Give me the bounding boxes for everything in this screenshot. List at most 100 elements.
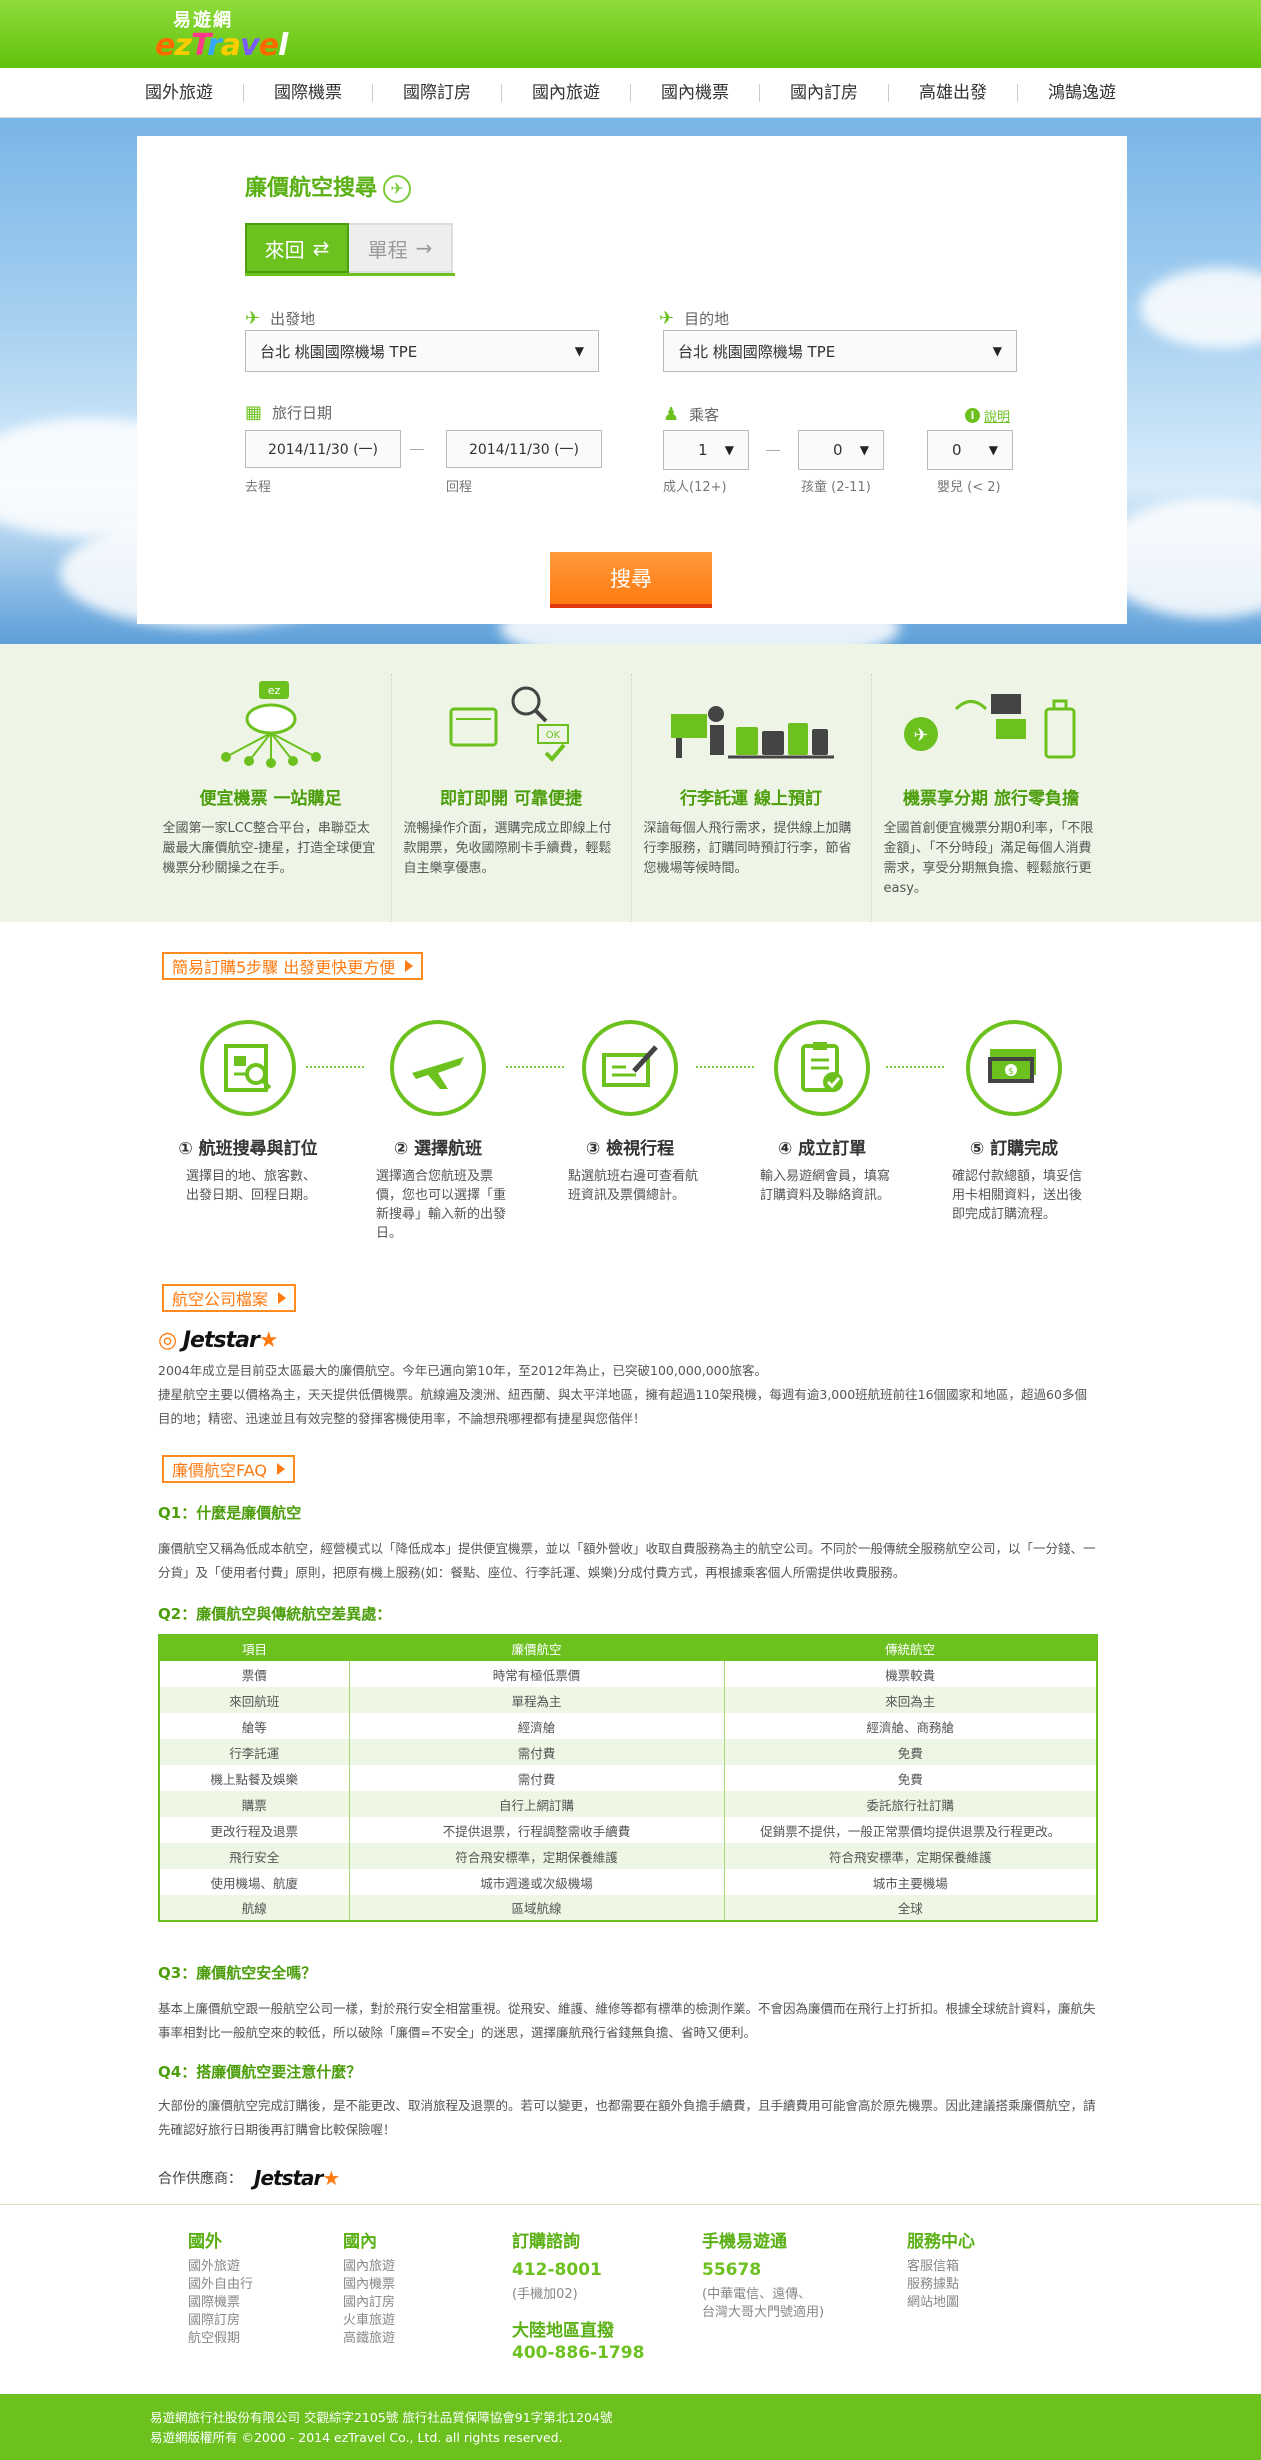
dropdown-arrow-icon: ▼ [988, 443, 998, 457]
dropdown-arrow-icon: ▼ [574, 344, 584, 358]
landing-icon: ✈ [659, 308, 675, 329]
adult-label: 成人(12+) [663, 480, 727, 495]
table-cell: 需付費 [348, 1739, 724, 1765]
airline-text-1: 2004年成立是目前亞太區最大的廉價航空。今年已邁向第10年，至2012年為止，… [158, 1363, 768, 1378]
footer-link[interactable]: 國內旅遊 [343, 2258, 395, 2276]
nav-item-hongu[interactable]: 鴻鵠逸遊 [1017, 83, 1146, 102]
footer-col-title: 大陸地區直撥 [512, 2321, 614, 2341]
table-cell: 時常有極低票價 [348, 1661, 724, 1687]
feature-title: 行李託運 線上預訂 [680, 789, 822, 809]
nav-item-kaohsiung[interactable]: 高雄出發 [888, 83, 1017, 102]
svg-text:$: $ [1008, 1067, 1014, 1077]
depart-date-input[interactable]: 2014/11/30 (一) [245, 430, 401, 468]
table-cell: 城市週邊或次級機場 [348, 1869, 724, 1895]
table-cell: 符合飛安標準，定期保養維護 [723, 1843, 1097, 1869]
feature-title: 便宜機票 一站購足 [199, 789, 342, 809]
table-cell: 行李託運 [159, 1739, 349, 1765]
footer-link[interactable]: 火車旅遊 [343, 2312, 395, 2330]
nav-item-dom-hotel[interactable]: 國內訂房 [759, 83, 888, 102]
tab-oneway[interactable]: 單程 → [349, 223, 453, 273]
footer-link[interactable]: 高鐵旅遊 [343, 2330, 395, 2348]
return-date-input[interactable]: 2014/11/30 (一) [446, 430, 602, 468]
pax-separator [766, 450, 780, 451]
airline-section-header[interactable]: 航空公司檔案 [162, 1284, 297, 1312]
triangle-right-icon [278, 1292, 287, 1304]
step-title: ① 航班搜尋與訂位 [178, 1139, 318, 1159]
step-text: 輸入易遊網會員，填寫訂購資料及聯絡資訊。 [760, 1169, 891, 1203]
step-3: ③ 檢視行程 點選航班右邊可查看航班資訊及票價總計。 [550, 1020, 710, 1205]
table-cell: 機票較貴 [723, 1661, 1097, 1687]
table-cell: 來回航班 [159, 1687, 349, 1713]
nav-item-intl-flight[interactable]: 國際機票 [243, 83, 372, 102]
footer-link[interactable]: 國內訂房 [343, 2294, 395, 2312]
footer-link[interactable]: 國外旅遊 [188, 2258, 253, 2276]
feature-title: 即訂即開 可靠便捷 [440, 789, 582, 809]
nav-item-dom-flight[interactable]: 國內機票 [630, 83, 759, 102]
step-1: ① 航班搜尋與訂位 選擇目的地、旅客數、出發日期、回程日期。 [168, 1020, 328, 1205]
footer-link[interactable]: 國際機票 [188, 2294, 253, 2312]
steps-section-header[interactable]: 簡易訂購5步驟 出發更快更方便 [162, 952, 424, 980]
table-cell: 區域航線 [348, 1895, 724, 1921]
feature-installment: ✈ 機票享分期 旅行零負擔 全國首創便宜機票分期0利率，「不限金額」、「不分時段… [870, 674, 1111, 922]
right-arrow-icon: → [415, 236, 433, 260]
partner-row: 合作供應商： Jetstar★ [158, 2166, 340, 2190]
table-cell: 更改行程及退票 [210, 1823, 298, 1839]
partner-jetstar-logo[interactable]: Jetstar★ [254, 2166, 340, 2190]
top-bar: 易遊網 ezTravel [0, 0, 1261, 68]
dropdown-arrow-icon: ▼ [724, 443, 734, 457]
eztravel-logo[interactable]: 易遊網 ezTravel [155, 6, 295, 63]
nav-item-dom-tour[interactable]: 國內旅遊 [501, 83, 630, 102]
feature-text: 流暢操作介面，選購完成立即線上付款開票，免收國際刷卡手續費，輕鬆自主樂享優惠。 [403, 821, 612, 876]
footer-link[interactable]: 國際訂房 [188, 2312, 253, 2330]
footer-link[interactable]: 國內機票 [343, 2276, 395, 2294]
plane-icon: ✈ [383, 175, 412, 203]
faq-question-1: Q1：什麼是廉價航空 [158, 1504, 302, 1522]
adult-select[interactable]: 1 ▼ [663, 430, 749, 470]
takeoff-icon: ✈ [245, 308, 261, 329]
step-title: ④ 成立訂單 [777, 1139, 867, 1159]
footer-link[interactable]: 服務據點 [907, 2276, 975, 2294]
table-header: 項目 [159, 1635, 349, 1661]
search-button[interactable]: 搜尋 [550, 552, 712, 608]
table-header-row: 項目 廉價航空 傳統航空 [159, 1635, 1097, 1661]
table-cell: 經濟艙 [348, 1713, 724, 1739]
airplane-icon [390, 1020, 486, 1116]
table-row: 更改行程及退票 不提供退票，行程調整需收手續費 促銷票不提供，一般正常票價均提供退票… [159, 1817, 1097, 1843]
nav-item-intl-tour[interactable]: 國外旅遊 [115, 84, 243, 102]
hotline-number: 412-8001 [512, 2260, 602, 2280]
footer-link[interactable]: 航空假期 [188, 2330, 253, 2348]
depart-select[interactable]: 台北 桃園國際機場 TPE ▼ [245, 330, 599, 372]
footer-col-title: 手機易遊通 [702, 2232, 787, 2252]
info-icon: i [965, 408, 980, 423]
step-5: $ ⑤ 訂購完成 確認付款總額，填妥信用卡相關資料，送出後即完成訂購流程。 [934, 1020, 1094, 1224]
faq-section: Q1：什麼是廉價航空 廉價航空又稱為低成本航空，經營模式以「降低成本」提供便宜機… [158, 1502, 1098, 2142]
svg-text:✈: ✈ [913, 725, 928, 746]
footer-col-title: 國外 [188, 2232, 222, 2252]
feature-text: 深諳每個人飛行需求，提供線上加購行李服務，訂購同時預訂行李，節省您機場等候時間。 [643, 821, 852, 876]
faq-question-3: Q3：廉價航空安全嗎？ [158, 1964, 317, 1982]
dest-select[interactable]: 台北 桃園國際機場 TPE ▼ [663, 330, 1017, 372]
money-icon: $ [966, 1020, 1062, 1116]
swap-arrows-icon: ⇄ [312, 236, 330, 260]
faq-answer-4: 大部份的廉價航空完成訂購後，是不能更改、取消旅程及退票的。若可以變更，也都需要在… [158, 2098, 1096, 2137]
faq-answer-1: 廉價航空又稱為低成本航空，經營模式以「降低成本」提供便宜機票，並以「額外營收」收… [158, 1541, 1096, 1580]
tab-underline [245, 273, 455, 276]
nav-item-intl-hotel[interactable]: 國際訂房 [372, 83, 501, 102]
child-select[interactable]: 0 ▼ [798, 430, 884, 470]
infant-select[interactable]: 0 ▼ [927, 430, 1013, 470]
footer-link[interactable]: 網站地圖 [907, 2294, 975, 2312]
tab-roundtrip[interactable]: 來回 ⇄ [245, 223, 349, 273]
table-row: 使用機場、航廈 城市週邊或次級機場 城市主要機場 [159, 1869, 1097, 1895]
feature-instant-ticket: OK 即訂即開 可靠便捷 流暢操作介面，選購完成立即線上付款開票，免收國際刷卡手… [390, 674, 631, 922]
footer-link[interactable]: 國外自由行 [188, 2276, 253, 2294]
table-cell: 飛行安全 [159, 1843, 349, 1869]
footer-link[interactable]: 客服信箱 [907, 2258, 975, 2276]
step-title: ② 選擇航班 [393, 1139, 483, 1159]
logo-english: ezTravel [155, 28, 288, 63]
faq-section-header[interactable]: 廉價航空FAQ [162, 1455, 295, 1483]
china-hotline-number: 400-886-1798 [512, 2343, 645, 2363]
table-cell: 全球 [723, 1895, 1097, 1921]
info-link[interactable]: i 說明 [965, 406, 1010, 425]
table-cell: 來回為主 [723, 1687, 1097, 1713]
child-label: 孩童 (2-11) [801, 480, 871, 495]
